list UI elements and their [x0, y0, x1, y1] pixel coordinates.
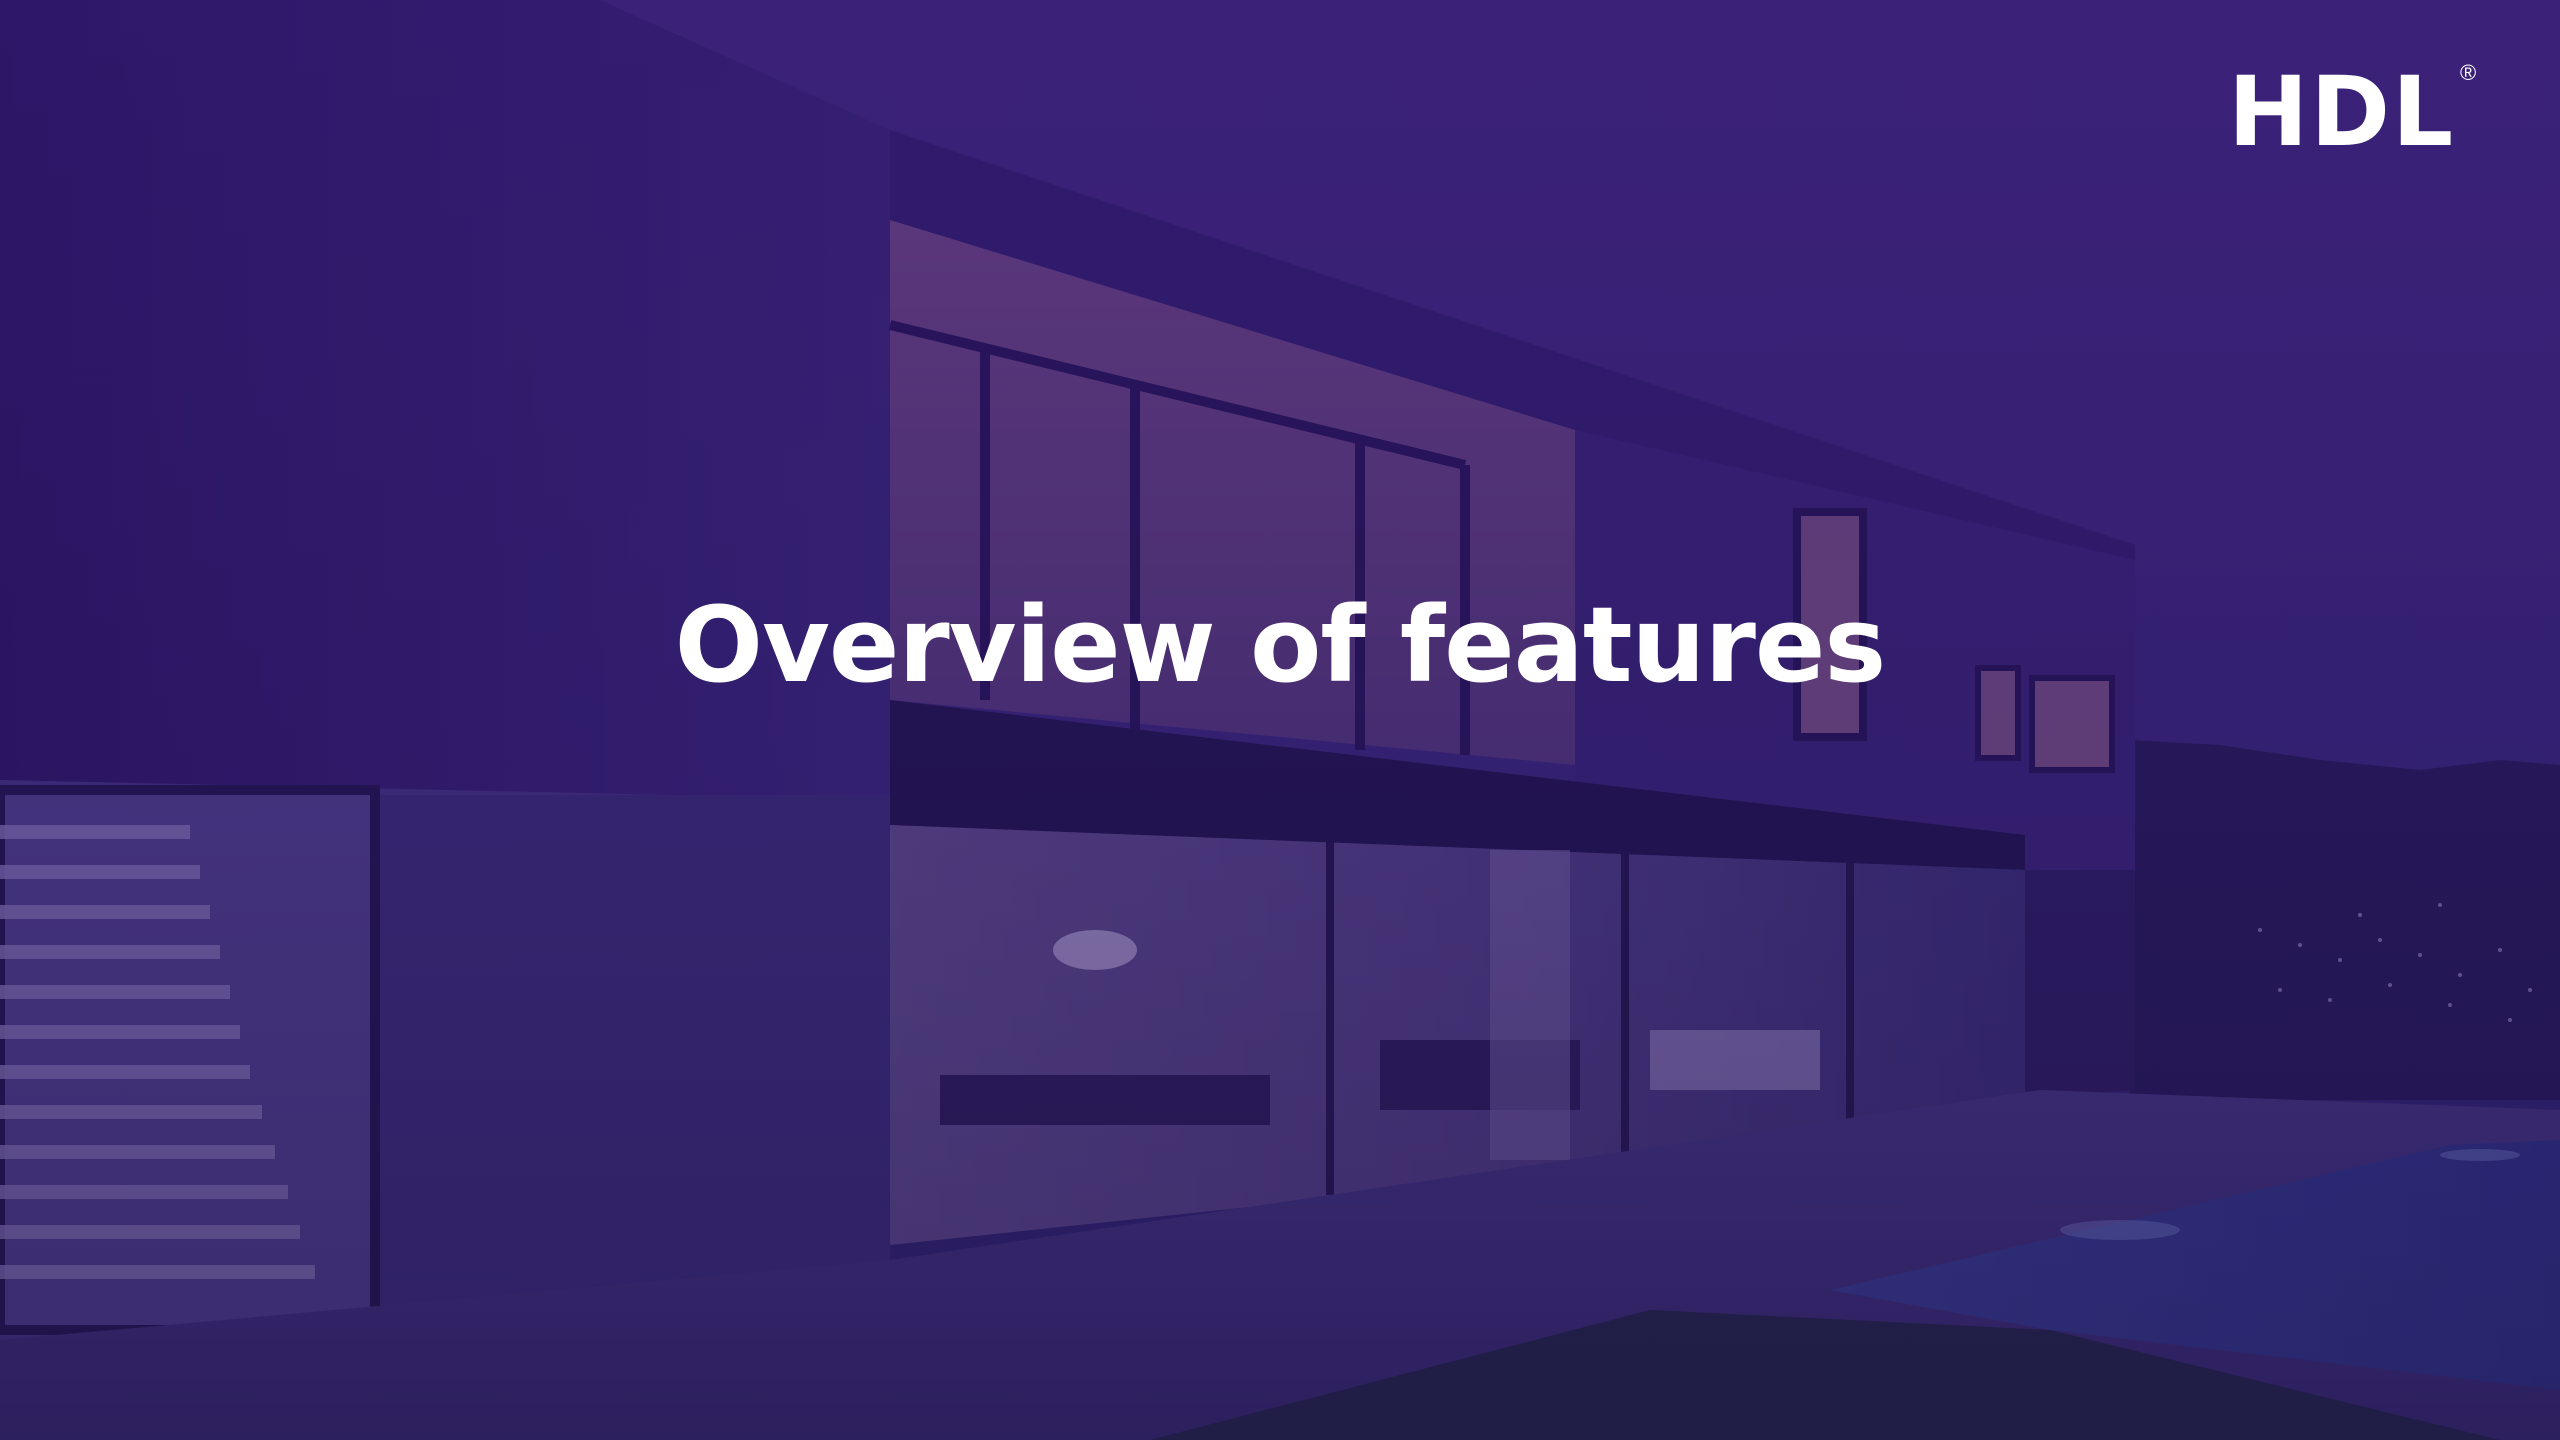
- hdl-logo: HDL ®: [2228, 60, 2484, 161]
- registered-mark: ®: [2460, 60, 2477, 85]
- logo-text: HDL: [2228, 56, 2456, 168]
- slide: HDL ® Overview of features: [0, 0, 2560, 1440]
- slide-title: Overview of features: [674, 584, 1887, 706]
- background-house-photo: [0, 0, 2560, 1440]
